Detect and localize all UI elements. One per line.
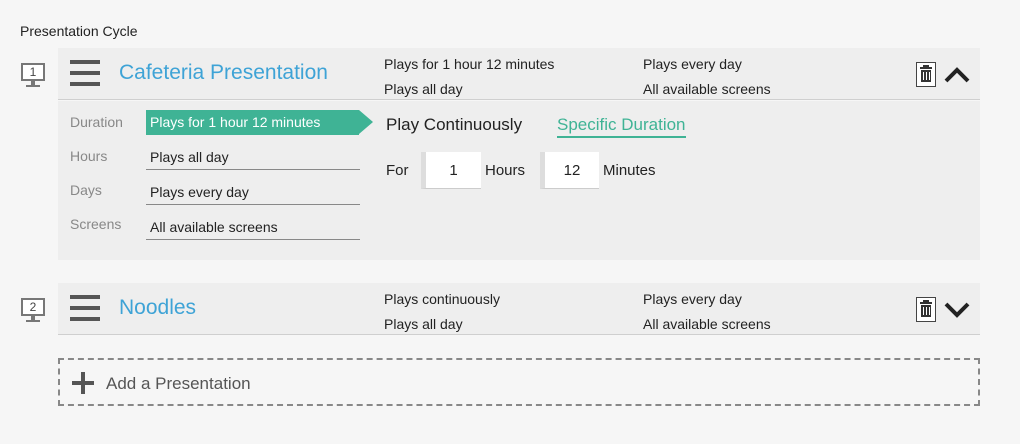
duration-summary: Plays for 1 hour 12 minutes bbox=[384, 56, 555, 72]
presentation-number: 1 bbox=[21, 63, 45, 81]
screens-summary: All available screens bbox=[643, 316, 771, 332]
minutes-input[interactable] bbox=[540, 152, 599, 189]
drag-handle-icon[interactable] bbox=[70, 295, 100, 321]
hours-label: Hours bbox=[70, 148, 108, 164]
section-title: Presentation Cycle bbox=[20, 23, 138, 39]
trash-icon[interactable] bbox=[916, 62, 936, 87]
hours-unit-label: Hours bbox=[485, 162, 526, 179]
plus-icon bbox=[72, 372, 94, 394]
monitor-icon: 1 bbox=[20, 63, 48, 89]
presentation-details: Duration Hours Days Screens Plays for 1 … bbox=[58, 101, 980, 260]
days-summary: Plays every day bbox=[643, 56, 742, 72]
days-summary: Plays every day bbox=[643, 291, 742, 307]
hours-value-field[interactable]: Plays all day bbox=[146, 144, 360, 170]
duration-label: Duration bbox=[70, 114, 123, 130]
screens-label: Screens bbox=[70, 216, 122, 232]
minutes-unit-label: Minutes bbox=[603, 162, 656, 179]
monitor-icon: 2 bbox=[20, 298, 48, 324]
trash-icon[interactable] bbox=[916, 297, 936, 322]
presentation-number: 2 bbox=[21, 298, 45, 316]
duration-value-selected[interactable]: Plays for 1 hour 12 minutes bbox=[146, 110, 373, 135]
days-label: Days bbox=[70, 182, 102, 198]
for-label: For bbox=[386, 162, 409, 179]
screens-value-field[interactable]: All available screens bbox=[146, 214, 360, 240]
presentation-row-noodles[interactable]: Noodles Plays continuously Plays all day… bbox=[58, 283, 980, 335]
hours-summary: Plays all day bbox=[384, 316, 463, 332]
add-presentation-label: Add a Presentation bbox=[106, 374, 251, 393]
days-value-field[interactable]: Plays every day bbox=[146, 179, 360, 205]
duration-summary: Plays continuously bbox=[384, 291, 500, 307]
presentation-row-cafeteria[interactable]: Cafeteria Presentation Plays for 1 hour … bbox=[58, 48, 980, 100]
hours-input[interactable] bbox=[421, 152, 481, 189]
screens-summary: All available screens bbox=[643, 81, 771, 97]
add-presentation-button[interactable]: Add a Presentation bbox=[58, 358, 980, 406]
chevron-up-icon[interactable] bbox=[942, 62, 972, 86]
play-continuously-option[interactable]: Play Continuously bbox=[386, 115, 522, 135]
drag-handle-icon[interactable] bbox=[70, 60, 100, 86]
presentation-name[interactable]: Noodles bbox=[119, 296, 196, 320]
specific-duration-option[interactable]: Specific Duration bbox=[557, 115, 686, 138]
presentation-name[interactable]: Cafeteria Presentation bbox=[119, 61, 328, 85]
chevron-down-icon[interactable] bbox=[942, 297, 972, 321]
hours-summary: Plays all day bbox=[384, 81, 463, 97]
